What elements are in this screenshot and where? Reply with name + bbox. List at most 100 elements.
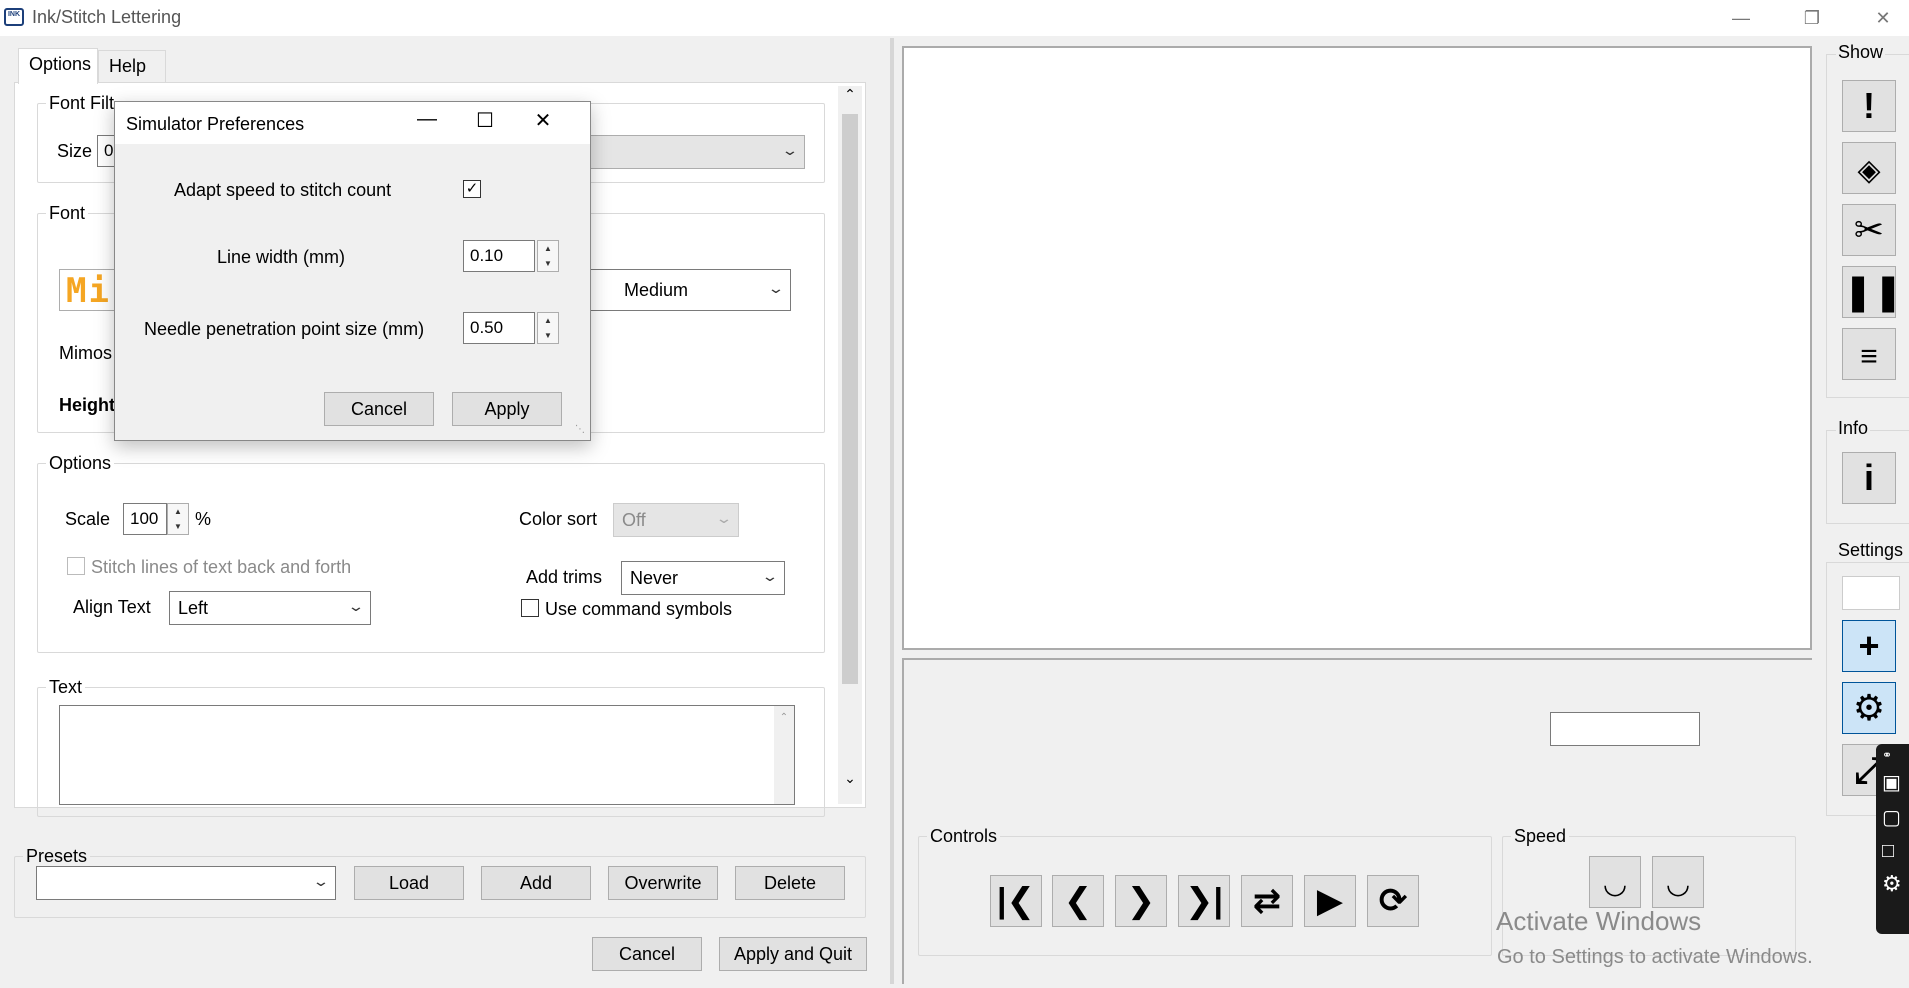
stepper-up-icon[interactable]: ▲ — [168, 504, 188, 519]
stepper-down-icon[interactable]: ▼ — [168, 519, 188, 534]
align-text-label: Align Text — [73, 597, 151, 617]
add-trims-select[interactable]: Never ⌄ — [621, 561, 785, 595]
scroll-up-icon[interactable]: ⌃ — [838, 86, 862, 103]
command-symbols-checkbox[interactable] — [521, 599, 539, 617]
color-sort-label: Color sort — [519, 509, 598, 529]
align-text-select[interactable]: Left ⌄ — [169, 591, 371, 625]
settings-button[interactable]: ⚙ — [1842, 682, 1896, 734]
show-color-changes-button[interactable]: ≡ — [1842, 328, 1896, 380]
step-forward-button[interactable]: ❯ — [1115, 875, 1167, 927]
line-width-input[interactable]: 0.10 — [463, 240, 535, 272]
play-button[interactable]: ▶ — [1304, 875, 1356, 927]
show-stops-button[interactable]: ❚❚ — [1842, 266, 1903, 318]
checkmark-icon: ✓ — [465, 180, 479, 197]
jump-end-button[interactable]: ❯| — [1178, 875, 1230, 927]
align-text-value: Left — [178, 598, 209, 618]
color-sort-value: Off — [622, 510, 646, 530]
tab-help[interactable]: Help — [98, 50, 166, 83]
add-button-sidebar[interactable]: + — [1842, 620, 1896, 672]
text-input[interactable]: ⌃ — [59, 705, 795, 805]
stitch-count-field[interactable] — [1550, 712, 1700, 746]
show-warnings-button[interactable]: ! — [1842, 80, 1896, 132]
info-button[interactable]: i — [1842, 452, 1896, 504]
needle-size-input[interactable]: 0.50 — [463, 312, 535, 344]
scale-label: Scale — [65, 509, 111, 529]
jump-start-button[interactable]: |❮ — [990, 875, 1042, 927]
close-icon[interactable]: ✕ — [523, 108, 563, 133]
command-symbols-label: Use command symbols — [545, 599, 733, 619]
options-group: Options — [37, 453, 825, 653]
overwrite-button[interactable]: Overwrite — [608, 866, 718, 900]
scroll-down-icon[interactable]: ⌄ — [838, 770, 862, 787]
link-icon[interactable]: ⚭ — [1876, 744, 1909, 762]
adapt-speed-checkbox[interactable]: ✓ — [463, 180, 481, 198]
add-trims-value: Never — [630, 568, 679, 588]
dialog-cancel-button[interactable]: Cancel — [324, 392, 434, 426]
stitch-lines-label: Stitch lines of text back and forth — [91, 557, 352, 577]
minimize-icon[interactable]: — — [1726, 4, 1756, 32]
tab-options[interactable]: Options — [18, 48, 98, 84]
slow-down-button[interactable]: ◡ — [1589, 856, 1641, 908]
scissors-icon: ✂ — [1853, 209, 1885, 250]
chevron-down-icon: ⌄ — [781, 142, 799, 158]
simulator-canvas[interactable] — [902, 46, 1812, 650]
font-filter-legend: Font Filt — [49, 93, 115, 113]
line-width-label: Line width (mm) — [217, 247, 346, 267]
presets-legend: Presets — [26, 846, 88, 866]
stitch-lines-checkbox[interactable] — [67, 557, 85, 575]
line-width-stepper[interactable]: ▲ ▼ — [537, 240, 559, 272]
camera-icon[interactable]: ▣ — [1876, 762, 1909, 795]
speedometer-slow-icon: ◡ — [1604, 868, 1626, 899]
stepper-down-icon[interactable]: ▼ — [538, 328, 558, 343]
settings-color-swatch[interactable] — [1842, 576, 1900, 610]
load-button[interactable]: Load — [354, 866, 464, 900]
options-scrollbar[interactable]: ⌃ ⌄ — [838, 86, 862, 804]
presets-select[interactable]: ⌄ — [36, 866, 336, 900]
scale-input[interactable]: 100 — [123, 503, 167, 535]
add-button[interactable]: Add — [481, 866, 591, 900]
chevron-down-icon: ⌄ — [312, 873, 330, 889]
settings-label: Settings — [1836, 540, 1906, 561]
chevron-down-icon: ⌄ — [767, 280, 785, 296]
window-icon[interactable]: □ — [1876, 830, 1909, 863]
show-jumps-button[interactable]: ◈ — [1842, 142, 1896, 194]
gear-icon[interactable]: ⚙ — [1876, 863, 1909, 897]
gear-icon: ⚙ — [1852, 687, 1886, 728]
video-icon[interactable]: ▢ — [1876, 795, 1909, 830]
show-trims-button[interactable]: ✂ — [1842, 204, 1896, 256]
show-label: Show — [1836, 42, 1886, 63]
font-height-label: Height — [59, 395, 115, 415]
color-sort-select[interactable]: Off ⌄ — [613, 503, 739, 537]
pane-splitter[interactable] — [890, 38, 894, 984]
minimize-icon[interactable]: — — [407, 108, 447, 131]
speed-legend: Speed — [1514, 826, 1567, 846]
restore-icon[interactable]: ❐ — [1797, 4, 1827, 32]
cancel-button[interactable]: Cancel — [592, 937, 702, 971]
plus-icon: + — [1858, 625, 1880, 666]
info-icon: i — [1863, 457, 1874, 498]
resize-grip-icon[interactable]: ⋱ — [575, 424, 585, 435]
needle-size-stepper[interactable]: ▲ ▼ — [537, 312, 559, 344]
speed-up-button[interactable]: ◡ — [1652, 856, 1704, 908]
window-title: Ink/Stitch Lettering — [32, 7, 182, 27]
delete-button[interactable]: Delete — [735, 866, 845, 900]
maximize-icon[interactable]: ☐ — [465, 108, 505, 133]
stepper-up-icon[interactable]: ▲ — [538, 313, 558, 328]
activate-windows-subtitle: Go to Settings to activate Windows. — [1497, 946, 1813, 968]
apply-and-quit-button[interactable]: Apply and Quit — [719, 937, 867, 971]
dialog-apply-button[interactable]: Apply — [452, 392, 562, 426]
text-scrollbar[interactable]: ⌃ — [774, 706, 794, 804]
direction-button[interactable]: ⇄ — [1241, 875, 1293, 927]
close-icon[interactable]: ✕ — [1868, 4, 1898, 32]
restart-button[interactable]: ⟳ — [1367, 875, 1419, 927]
options-legend: Options — [49, 453, 112, 473]
step-back-button[interactable]: ❮ — [1052, 875, 1104, 927]
size-label: Size — [57, 141, 93, 161]
scale-stepper[interactable]: ▲ ▼ — [167, 503, 189, 535]
stepper-up-icon[interactable]: ▲ — [538, 241, 558, 256]
stepper-down-icon[interactable]: ▼ — [538, 256, 558, 271]
scroll-up-icon[interactable]: ⌃ — [774, 706, 794, 723]
scrollbar-thumb[interactable] — [842, 114, 858, 684]
info-label: Info — [1836, 418, 1871, 439]
swap-arrows-icon: ⇄ — [1252, 882, 1282, 920]
